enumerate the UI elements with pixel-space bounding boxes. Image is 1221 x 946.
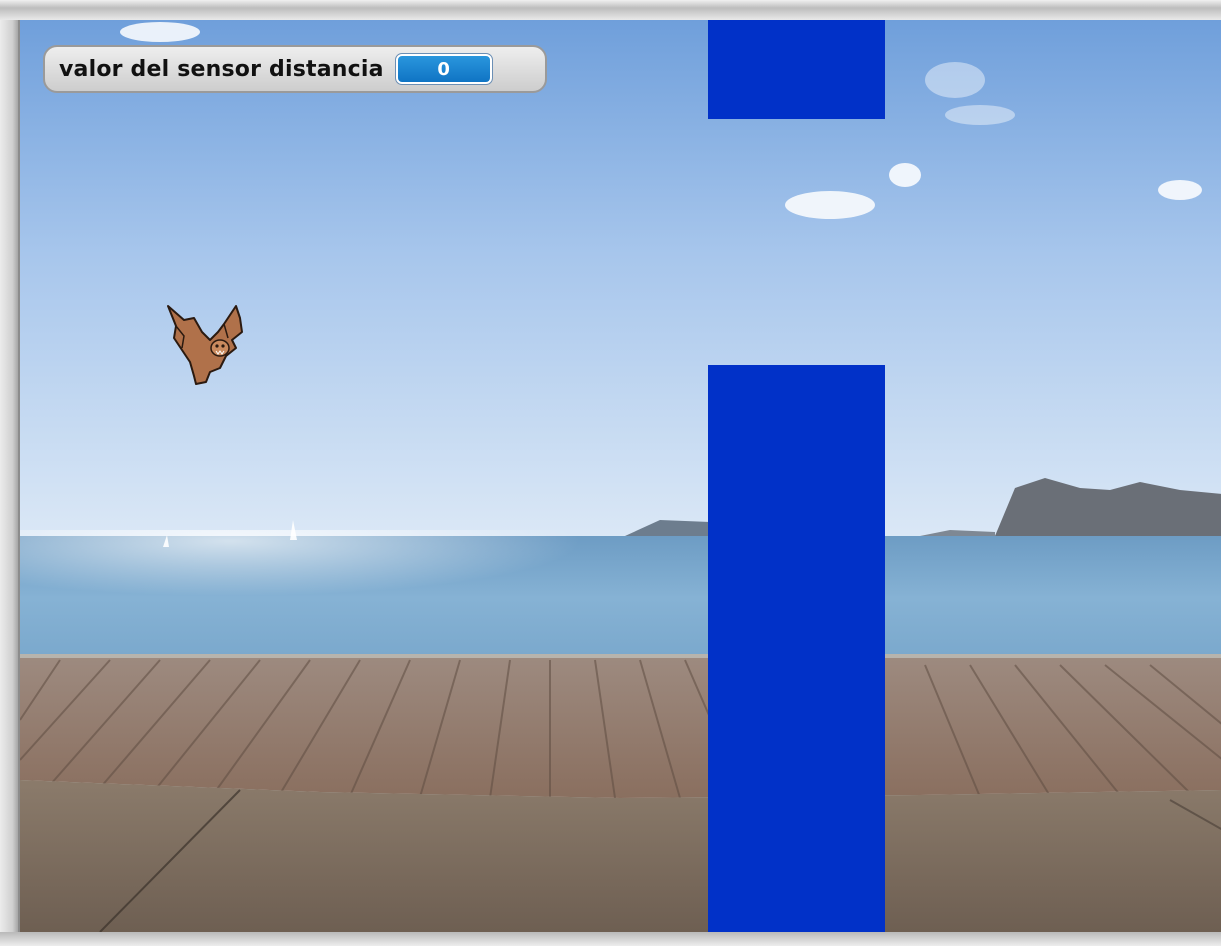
pipe-bottom (708, 365, 885, 932)
pipe-top (708, 20, 885, 119)
variable-monitor-value: 0 (394, 53, 493, 85)
variable-monitor-label: valor del sensor distancia (59, 56, 384, 82)
variable-monitor[interactable]: valor del sensor distancia 0 (43, 45, 547, 93)
window-left-border (0, 20, 18, 932)
scratch-player-window: valor del sensor distancia 0 (0, 0, 1221, 946)
bat-sprite[interactable] (166, 302, 246, 388)
stage[interactable]: valor del sensor distancia 0 (18, 20, 1221, 932)
window-bottom-border (0, 932, 1221, 946)
beach-backdrop (20, 20, 1221, 932)
window-top-border (0, 0, 1221, 20)
